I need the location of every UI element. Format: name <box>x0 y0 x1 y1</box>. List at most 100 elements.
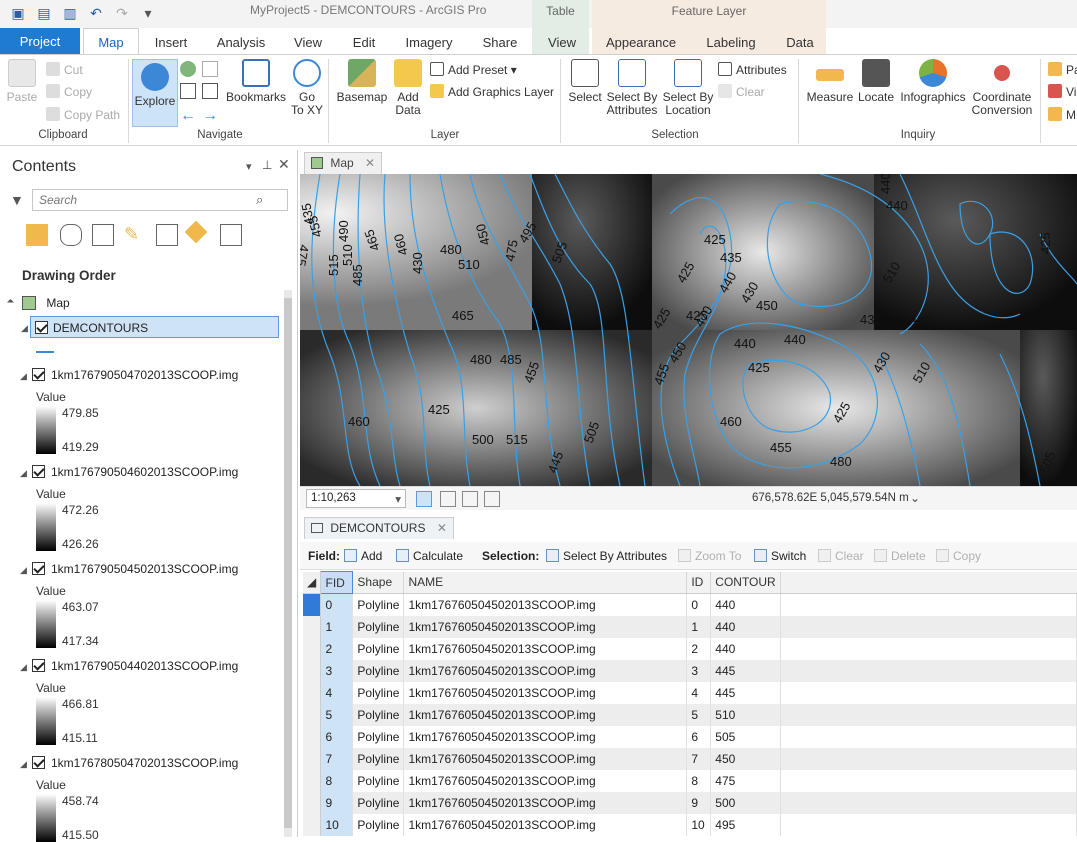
table-cell[interactable]: 5 <box>686 703 712 726</box>
customize-qat-icon[interactable]: ▾ <box>138 4 158 22</box>
add-data-button[interactable]: Add Data <box>390 59 426 117</box>
table-cell[interactable]: 10 <box>686 813 712 836</box>
table-row[interactable]: 8 Polyline 1km176760504502013SCOOP.img 8 475 <box>303 769 1077 792</box>
select-by-attributes-table-button[interactable]: Select By Attributes <box>546 549 667 563</box>
selected-layer-row[interactable]: ◢ DEMCONTOURS <box>21 316 279 338</box>
sync-icon[interactable] <box>484 491 500 507</box>
tab-edit[interactable]: Edit <box>346 32 382 54</box>
attributes-button[interactable]: Attributes <box>718 62 787 77</box>
previous-extent-icon[interactable]: ← <box>180 107 196 125</box>
table-cell[interactable]: 1km176760504502013SCOOP.img <box>403 593 688 616</box>
row-selector[interactable] <box>303 703 322 726</box>
table-cell[interactable]: Polyline <box>352 791 405 814</box>
table-cell[interactable]: 1km176760504502013SCOOP.img <box>403 813 688 836</box>
row-selector[interactable] <box>303 681 322 704</box>
table-cell[interactable]: 440 <box>710 593 781 616</box>
table-cell[interactable]: Polyline <box>352 659 405 682</box>
table-cell[interactable]: 1km176760504502013SCOOP.img <box>403 725 688 748</box>
infographics-button[interactable]: Infographics <box>898 59 968 104</box>
table-cell[interactable]: 1km176760504502013SCOOP.img <box>403 703 688 726</box>
table-cell[interactable]: 4 <box>686 681 712 704</box>
select-button[interactable]: Select <box>566 59 604 104</box>
tab-data[interactable]: Data <box>780 32 820 54</box>
table-cell[interactable]: 2 <box>686 637 712 660</box>
layer-visibility-checkbox[interactable] <box>32 465 45 478</box>
tab-project[interactable]: Project <box>0 28 80 54</box>
table-cell[interactable]: 450 <box>710 747 781 770</box>
cut-button[interactable]: Cut <box>46 62 83 77</box>
measure-button[interactable]: Measure <box>804 59 856 104</box>
table-tab[interactable]: DEMCONTOURS ✕ <box>304 517 454 539</box>
table-row[interactable]: 1 Polyline 1km176760504502013SCOOP.img 1 440 <box>303 615 1077 638</box>
column-header-fid[interactable]: FID <box>320 571 354 594</box>
table-row[interactable]: 2 Polyline 1km176760504502013SCOOP.img 2 440 <box>303 637 1077 660</box>
calculate-button[interactable]: Calculate <box>396 549 463 563</box>
table-cell[interactable]: 1km176760504502013SCOOP.img <box>403 637 688 660</box>
tab-view[interactable]: View <box>288 32 328 54</box>
tab-imagery[interactable]: Imagery <box>400 32 458 54</box>
row-selector[interactable] <box>303 659 322 682</box>
select-by-attributes-button[interactable]: Select By Attributes <box>604 59 660 117</box>
column-header-shape[interactable]: Shape <box>352 571 405 594</box>
add-field-button[interactable]: Add <box>344 549 382 563</box>
zoom-out-icon[interactable] <box>202 83 218 99</box>
table-cell[interactable]: 6 <box>686 725 712 748</box>
fixed-zoom-icon[interactable] <box>202 61 218 77</box>
column-header-id[interactable]: ID <box>686 571 712 594</box>
overflow-m-button[interactable]: M <box>1048 107 1076 122</box>
delete-button[interactable]: Delete <box>874 549 926 563</box>
save-project-icon[interactable]: ▥ <box>60 4 80 22</box>
expand-caret-icon[interactable]: ◢ <box>20 468 27 479</box>
table-cell[interactable]: 1km176760504502013SCOOP.img <box>403 681 688 704</box>
search-input[interactable] <box>32 189 288 211</box>
table-cell[interactable]: 1km176760504502013SCOOP.img <box>403 747 688 770</box>
table-cell[interactable]: 4 <box>320 681 354 704</box>
expand-caret-icon[interactable]: ◢ <box>20 662 27 673</box>
table-cell[interactable]: 475 <box>710 769 781 792</box>
new-project-icon[interactable]: ▣ <box>8 4 28 22</box>
tab-appearance[interactable]: Appearance <box>600 32 682 54</box>
table-cell[interactable]: Polyline <box>352 725 405 748</box>
grid-icon[interactable] <box>462 491 478 507</box>
expand-caret-icon[interactable]: ◢ <box>20 371 27 382</box>
row-selector[interactable] <box>303 637 322 660</box>
table-cell[interactable]: 445 <box>710 681 781 704</box>
go-to-xy-button[interactable]: Go To XY <box>290 59 324 117</box>
overflow-vi-button[interactable]: Vi <box>1048 84 1076 99</box>
tab-labeling[interactable]: Labeling <box>700 32 762 54</box>
tab-map[interactable]: Map <box>83 28 139 55</box>
add-graphics-layer-button[interactable]: Add Graphics Layer <box>430 84 554 99</box>
close-map-tab-icon[interactable]: ✕ <box>365 156 375 170</box>
table-row[interactable]: 3 Polyline 1km176760504502013SCOOP.img 3 445 <box>303 659 1077 682</box>
full-extent-icon[interactable] <box>180 61 196 77</box>
locate-button[interactable]: Locate <box>856 59 896 104</box>
table-cell[interactable]: 9 <box>686 791 712 814</box>
filter-icon[interactable]: ▼ <box>10 192 24 208</box>
table-cell[interactable]: 445 <box>710 659 781 682</box>
close-pane-icon[interactable]: ✕ <box>278 156 290 173</box>
table-row[interactable]: 7 Polyline 1km176760504502013SCOOP.img 7 450 <box>303 747 1077 770</box>
clear-selection-button[interactable]: Clear <box>718 84 765 99</box>
list-by-perspective-icon[interactable] <box>220 224 242 246</box>
table-row[interactable]: 4 Polyline 1km176760504502013SCOOP.img 4 445 <box>303 681 1077 704</box>
column-header-contour[interactable]: CONTOUR <box>710 571 781 594</box>
row-selector[interactable] <box>303 593 322 616</box>
scale-dropdown-icon[interactable]: ▾ <box>395 492 401 506</box>
open-project-icon[interactable]: ▤ <box>34 4 54 22</box>
table-row[interactable]: 5 Polyline 1km176760504502013SCOOP.img 5 510 <box>303 703 1077 726</box>
next-extent-icon[interactable]: → <box>202 107 218 125</box>
table-cell[interactable]: 505 <box>710 725 781 748</box>
explore-button[interactable]: Explore <box>132 59 178 127</box>
snap-options-icon[interactable] <box>440 491 456 507</box>
table-cell[interactable]: 8 <box>320 769 354 792</box>
zoom-to-button[interactable]: Zoom To <box>678 549 741 563</box>
copy-table-button[interactable]: Copy <box>936 549 981 563</box>
add-preset-button[interactable]: Add Preset ▾ <box>430 62 517 77</box>
coordinate-units-dropdown-icon[interactable]: ⌄ <box>910 491 920 505</box>
table-cell[interactable]: Polyline <box>352 813 405 836</box>
table-cell[interactable]: Polyline <box>352 593 405 616</box>
tab-share[interactable]: Share <box>478 32 522 54</box>
redo-icon[interactable]: ↷ <box>112 4 132 22</box>
table-cell[interactable]: Polyline <box>352 615 405 638</box>
expand-caret-icon[interactable]: ◢ <box>21 323 28 334</box>
